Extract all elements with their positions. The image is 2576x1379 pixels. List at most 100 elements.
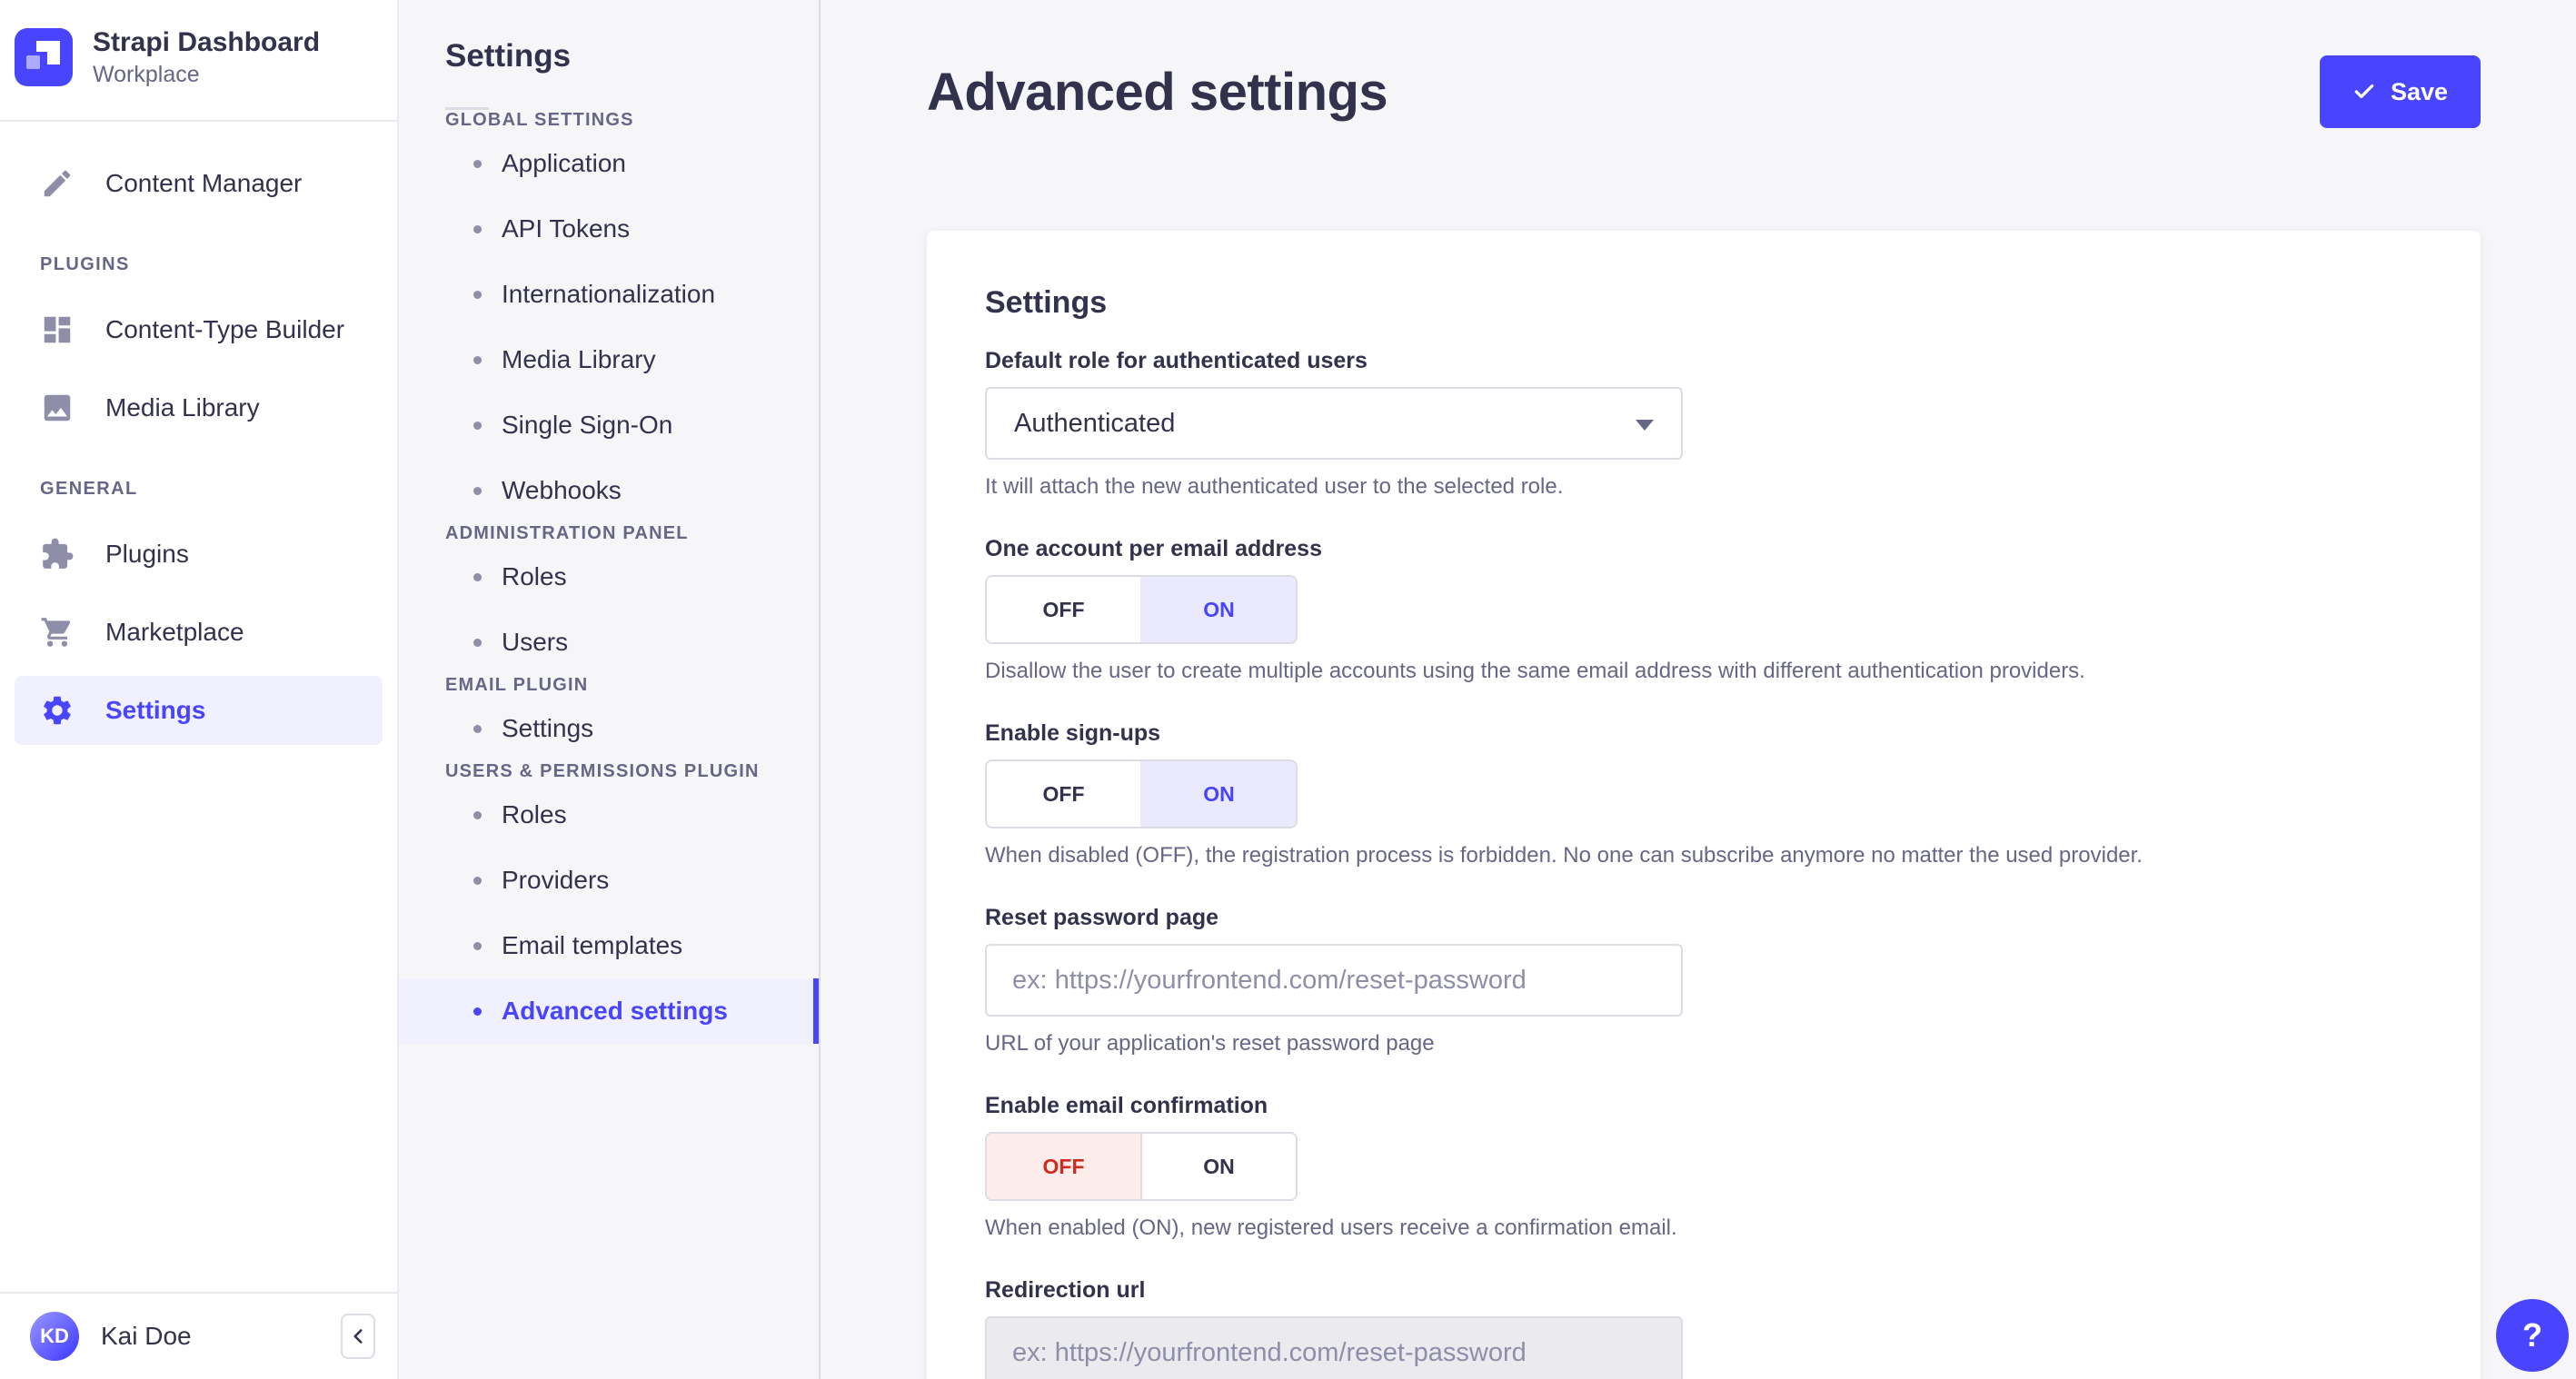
- bullet-icon: [473, 724, 482, 733]
- toggle-off-option[interactable]: OFF: [987, 577, 1140, 642]
- subnav-item-single-sign-on[interactable]: Single Sign-On: [399, 392, 819, 458]
- sidebar-item-label: Content-Type Builder: [105, 315, 345, 343]
- subnav-item-advanced-settings[interactable]: Advanced settings: [399, 978, 819, 1044]
- sidebar-section-general: GENERAL: [40, 479, 138, 499]
- field-hint: It will attach the new authenticated use…: [985, 474, 1564, 499]
- toggle-off-option[interactable]: OFF: [987, 761, 1140, 827]
- settings-sidebar: Settings GLOBAL SETTINGS Application API…: [399, 0, 821, 1379]
- toggle-on-option[interactable]: ON: [1140, 1134, 1296, 1199]
- redirection-url-input: [985, 1316, 1683, 1379]
- subnav-item-application[interactable]: Application: [399, 131, 819, 196]
- field-hint: When enabled (ON), new registered users …: [985, 1215, 1677, 1240]
- field-redirection-url: Redirection url: [985, 1277, 2422, 1379]
- one-account-per-email-toggle: OFF ON: [985, 575, 1298, 644]
- field-reset-password-page: Reset password page URL of your applicat…: [985, 905, 2422, 1057]
- chevron-down-icon: [1636, 420, 1654, 431]
- page-header: Advanced settings Save: [927, 53, 2481, 131]
- sidebar-item-label: Plugins: [105, 540, 189, 568]
- subnav-item-internationalization[interactable]: Internationalization: [399, 262, 819, 327]
- field-label: One account per email address: [985, 536, 1322, 561]
- select-value: Authenticated: [1014, 408, 1176, 438]
- sidebar-section-plugins: PLUGINS: [40, 254, 130, 274]
- workspace-subtitle: Workplace: [93, 61, 200, 87]
- bullet-icon: [473, 941, 482, 950]
- user-name: Kai Doe: [101, 1322, 192, 1350]
- toggle-on-option[interactable]: ON: [1140, 761, 1296, 827]
- enable-email-confirmation-toggle: OFF ON: [985, 1132, 1298, 1201]
- bullet-icon: [473, 224, 482, 233]
- strapi-logo-icon: [15, 28, 73, 86]
- question-mark-icon: ?: [2522, 1316, 2542, 1354]
- sidebar-item-label: Content Manager: [105, 169, 303, 197]
- subnav-item-admin-roles[interactable]: Roles: [399, 544, 819, 610]
- subnav-item-api-tokens[interactable]: API Tokens: [399, 196, 819, 262]
- subnav-item-media-library[interactable]: Media Library: [399, 327, 819, 392]
- sidebar-item-plugins[interactable]: Plugins: [15, 520, 383, 589]
- bullet-icon: [473, 572, 482, 581]
- avatar: KD: [30, 1312, 79, 1361]
- bullet-icon: [473, 159, 482, 168]
- subnav-section-global-settings: GLOBAL SETTINGS: [445, 110, 634, 130]
- sidebar-item-content-manager[interactable]: Content Manager: [15, 149, 383, 218]
- edit-icon: [44, 170, 71, 197]
- field-label: Enable email confirmation: [985, 1093, 1268, 1118]
- bullet-icon: [473, 355, 482, 364]
- default-role-select[interactable]: Authenticated: [985, 387, 1683, 460]
- puzzle-icon: [43, 538, 74, 569]
- subnav-item-up-roles[interactable]: Roles: [399, 782, 819, 848]
- sidebar-item-settings[interactable]: Settings: [15, 676, 383, 745]
- help-button[interactable]: ?: [2496, 1299, 2569, 1372]
- main-sidebar: Strapi Dashboard Workplace Content Manag…: [0, 0, 399, 1379]
- bullet-icon: [473, 486, 482, 495]
- layout-grid-icon: [44, 316, 71, 343]
- collapse-sidebar-button[interactable]: [341, 1314, 375, 1359]
- chevron-left-icon: [353, 1329, 363, 1344]
- bullet-icon: [473, 638, 482, 647]
- sidebar-item-label: Settings: [105, 696, 206, 724]
- subnav-item-email-settings[interactable]: Settings: [399, 696, 819, 761]
- enable-sign-ups-toggle: OFF ON: [985, 759, 1298, 828]
- workspace-title: Strapi Dashboard: [93, 27, 321, 57]
- bullet-icon: [473, 876, 482, 885]
- sidebar-item-content-type-builder[interactable]: Content-Type Builder: [15, 295, 383, 364]
- save-button[interactable]: Save: [2319, 55, 2481, 128]
- shopping-cart-icon: [41, 618, 71, 647]
- reset-password-page-input[interactable]: [985, 944, 1683, 1017]
- field-label: Enable sign-ups: [985, 720, 1161, 746]
- sidebar-item-media-library[interactable]: Media Library: [15, 373, 383, 442]
- sidebar-item-label: Media Library: [105, 393, 260, 422]
- workspace-brand[interactable]: Strapi Dashboard Workplace: [0, 0, 397, 122]
- subnav-item-providers[interactable]: Providers: [399, 848, 819, 913]
- toggle-off-option[interactable]: OFF: [987, 1134, 1140, 1199]
- subnav-item-webhooks[interactable]: Webhooks: [399, 458, 819, 523]
- strapi-app: Strapi Dashboard Workplace Content Manag…: [0, 0, 2576, 1379]
- field-one-account-per-email: One account per email address OFF ON Dis…: [985, 536, 2422, 684]
- image-icon: [44, 394, 71, 422]
- bullet-icon: [473, 1007, 482, 1016]
- field-hint: Disallow the user to create multiple acc…: [985, 659, 2085, 683]
- subnav-item-email-templates[interactable]: Email templates: [399, 913, 819, 978]
- subnav-section-email-plugin: EMAIL PLUGIN: [445, 675, 589, 695]
- panel-title: Settings: [985, 285, 1108, 320]
- settings-sidebar-title: Settings: [445, 38, 572, 74]
- bullet-icon: [473, 290, 482, 299]
- bullet-icon: [473, 421, 482, 430]
- field-enable-email-confirmation: Enable email confirmation OFF ON When en…: [985, 1093, 2422, 1241]
- field-label: Redirection url: [985, 1277, 1146, 1303]
- page-title: Advanced settings: [927, 62, 1388, 122]
- field-label: Reset password page: [985, 905, 1219, 930]
- subnav-section-administration-panel: ADMINISTRATION PANEL: [445, 523, 689, 543]
- field-label: Default role for authenticated users: [985, 348, 1368, 373]
- bullet-icon: [473, 810, 482, 819]
- field-enable-sign-ups: Enable sign-ups OFF ON When disabled (OF…: [985, 720, 2422, 868]
- settings-panel: Settings Default role for authenticated …: [927, 231, 2481, 1379]
- subnav-item-admin-users[interactable]: Users: [399, 610, 819, 675]
- gear-icon: [44, 696, 71, 725]
- sidebar-item-marketplace[interactable]: Marketplace: [15, 598, 383, 667]
- user-profile-row[interactable]: KD Kai Doe: [0, 1292, 397, 1379]
- field-default-role: Default role for authenticated users Aut…: [985, 348, 2422, 500]
- toggle-on-option[interactable]: ON: [1140, 577, 1296, 642]
- sidebar-item-label: Marketplace: [105, 618, 244, 646]
- field-hint: URL of your application's reset password…: [985, 1031, 1435, 1056]
- check-icon: [2354, 84, 2374, 99]
